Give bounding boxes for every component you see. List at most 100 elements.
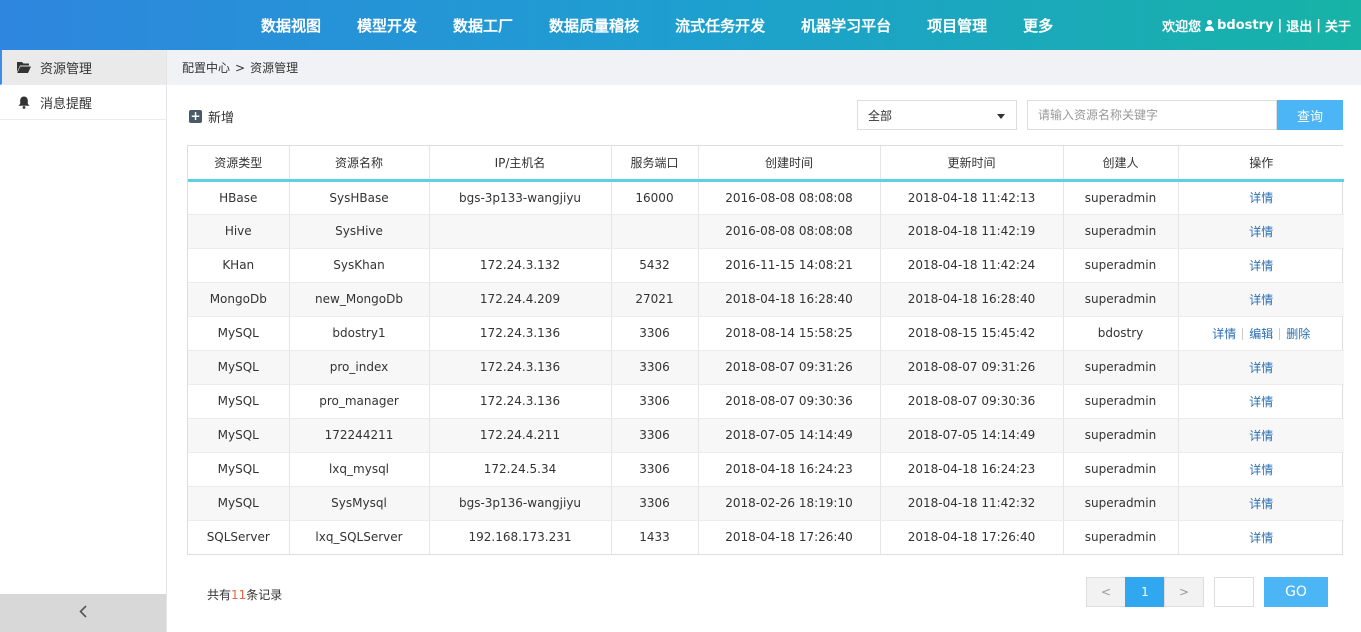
nav-item-model-dev[interactable]: 模型开发 — [357, 15, 417, 36]
detail-link[interactable]: 详情 — [1212, 327, 1236, 341]
cell-resource-type: MySQL — [188, 452, 290, 487]
action-divider — [1279, 327, 1281, 340]
cell-host: bgs-3p136-wangjiyu — [429, 486, 612, 521]
cell-creator: superadmin — [1063, 418, 1179, 453]
table-row: MySQL 172244211 172.24.4.211 3306 2018-07-05… — [188, 418, 1344, 453]
cell-port — [611, 214, 699, 249]
cell-actions: 详情 — [1178, 418, 1344, 453]
cell-resource-type: SQLServer — [188, 520, 290, 554]
nav-item-data-view[interactable]: 数据视图 — [261, 15, 321, 36]
cell-creator: superadmin — [1063, 384, 1179, 419]
cell-updated-time: 2018-07-05 14:14:49 — [880, 418, 1064, 453]
cell-creator: superadmin — [1063, 180, 1179, 215]
detail-link[interactable]: 详情 — [1249, 463, 1273, 477]
cell-creator: superadmin — [1063, 214, 1179, 249]
detail-link[interactable]: 详情 — [1249, 429, 1273, 443]
cell-resource-name: SysHBase — [289, 180, 430, 215]
sidebar-item-message-reminder[interactable]: 消息提醒 — [0, 85, 166, 120]
search-button[interactable]: 查询 — [1277, 100, 1343, 130]
cell-resource-name: lxq_SQLServer — [289, 520, 430, 554]
go-button[interactable]: GO — [1264, 577, 1328, 607]
resource-type-select[interactable]: 全部 — [857, 100, 1017, 130]
cell-port: 3306 — [611, 452, 699, 487]
delete-link[interactable]: 删除 — [1286, 327, 1310, 341]
table-row: KHan SysKhan 172.24.3.132 5432 2016-11-15 14… — [188, 248, 1344, 283]
cell-updated-time: 2018-08-07 09:30:36 — [880, 384, 1064, 419]
resource-table: 资源类型 资源名称 IP/主机名 服务端口 创建时间 更新时间 创建人 操作 H… — [187, 145, 1344, 555]
cell-resource-type: MySQL — [188, 316, 290, 351]
detail-link[interactable]: 详情 — [1249, 191, 1273, 205]
search-input[interactable] — [1027, 100, 1277, 130]
cell-actions: 详情 — [1178, 452, 1344, 487]
column-header: IP/主机名 — [429, 146, 612, 182]
cell-actions: 详情 — [1178, 180, 1344, 215]
cell-resource-name: SysKhan — [289, 248, 430, 283]
total-count: 11 — [231, 588, 247, 602]
total-suffix: 条记录 — [246, 588, 283, 602]
cell-resource-name: 172244211 — [289, 418, 430, 453]
column-header: 创建人 — [1063, 146, 1179, 182]
edit-link[interactable]: 编辑 — [1249, 327, 1273, 341]
nav-item-more[interactable]: 更多 — [1023, 15, 1053, 36]
nav-item-data-quality[interactable]: 数据质量稽核 — [549, 15, 639, 36]
cell-updated-time: 2018-04-18 11:42:32 — [880, 486, 1064, 521]
user-bar: 欢迎您 bdostry | 退出 | 关于 — [1162, 0, 1351, 50]
cell-created-time: 2018-08-14 15:58:25 — [698, 316, 881, 351]
separator: | — [1277, 17, 1283, 33]
cell-updated-time: 2018-04-18 16:28:40 — [880, 282, 1064, 317]
cell-actions: 详情 — [1178, 282, 1344, 317]
cell-resource-type: MySQL — [188, 418, 290, 453]
nav-item-data-factory[interactable]: 数据工厂 — [453, 15, 513, 36]
cell-host: 172.24.3.132 — [429, 248, 612, 283]
detail-link[interactable]: 详情 — [1249, 293, 1273, 307]
sidebar-item-label: 资源管理 — [40, 61, 93, 77]
detail-link[interactable]: 详情 — [1249, 395, 1273, 409]
nav-item-project-mgmt[interactable]: 项目管理 — [927, 15, 987, 36]
nav-item-stream-task[interactable]: 流式任务开发 — [675, 15, 765, 36]
logout-link[interactable]: 退出 — [1286, 16, 1312, 35]
page-button-current[interactable]: 1 — [1125, 577, 1165, 607]
folder-open-icon — [17, 60, 31, 74]
nav-item-ml-platform[interactable]: 机器学习平台 — [801, 15, 891, 36]
detail-link[interactable]: 详情 — [1249, 225, 1273, 239]
cell-updated-time: 2018-04-18 17:26:40 — [880, 520, 1064, 554]
cell-actions: 详情 — [1178, 350, 1344, 385]
detail-link[interactable]: 详情 — [1249, 531, 1273, 545]
detail-link[interactable]: 详情 — [1249, 497, 1273, 511]
sidebar-item-label: 消息提醒 — [40, 96, 93, 112]
cell-host: 172.24.3.136 — [429, 350, 612, 385]
username[interactable]: bdostry — [1217, 18, 1273, 33]
cell-updated-time: 2018-04-18 11:42:24 — [880, 248, 1064, 283]
add-resource-button[interactable]: + 新增 — [189, 107, 234, 126]
cell-actions: 详情 — [1178, 214, 1344, 249]
cell-created-time: 2016-11-15 14:08:21 — [698, 248, 881, 283]
cell-host: 172.24.3.136 — [429, 384, 612, 419]
add-label: 新增 — [208, 111, 235, 126]
next-page-button[interactable]: > — [1164, 577, 1204, 607]
pagination: < 1 > — [1086, 577, 1204, 607]
user-icon — [1205, 19, 1215, 31]
cell-port: 16000 — [611, 180, 699, 215]
detail-link[interactable]: 详情 — [1249, 259, 1273, 273]
cell-resource-type: MySQL — [188, 350, 290, 385]
caret-down-icon — [997, 114, 1005, 119]
cell-resource-type: MySQL — [188, 486, 290, 521]
cell-actions: 详情 — [1178, 486, 1344, 521]
breadcrumb-item-config-center[interactable]: 配置中心 — [182, 59, 230, 76]
total-prefix: 共有 — [207, 588, 232, 602]
sidebar-collapse-button[interactable] — [0, 594, 166, 632]
prev-page-button[interactable]: < — [1086, 577, 1126, 607]
cell-created-time: 2018-04-18 16:24:23 — [698, 452, 881, 487]
column-header: 操作 — [1178, 146, 1344, 182]
table-header-row: 资源类型 资源名称 IP/主机名 服务端口 创建时间 更新时间 创建人 操作 — [188, 146, 1344, 182]
cell-port: 27021 — [611, 282, 699, 317]
cell-updated-time: 2018-08-15 15:45:42 — [880, 316, 1064, 351]
cell-creator: superadmin — [1063, 452, 1179, 487]
cell-actions: 详情 编辑 删除 — [1178, 316, 1344, 351]
sidebar-item-resource-mgmt[interactable]: 资源管理 — [0, 50, 166, 85]
cell-created-time: 2018-07-05 14:14:49 — [698, 418, 881, 453]
about-link[interactable]: 关于 — [1325, 16, 1351, 35]
detail-link[interactable]: 详情 — [1249, 361, 1273, 375]
cell-created-time: 2016-08-08 08:08:08 — [698, 180, 881, 215]
page-number-input[interactable] — [1214, 577, 1254, 607]
